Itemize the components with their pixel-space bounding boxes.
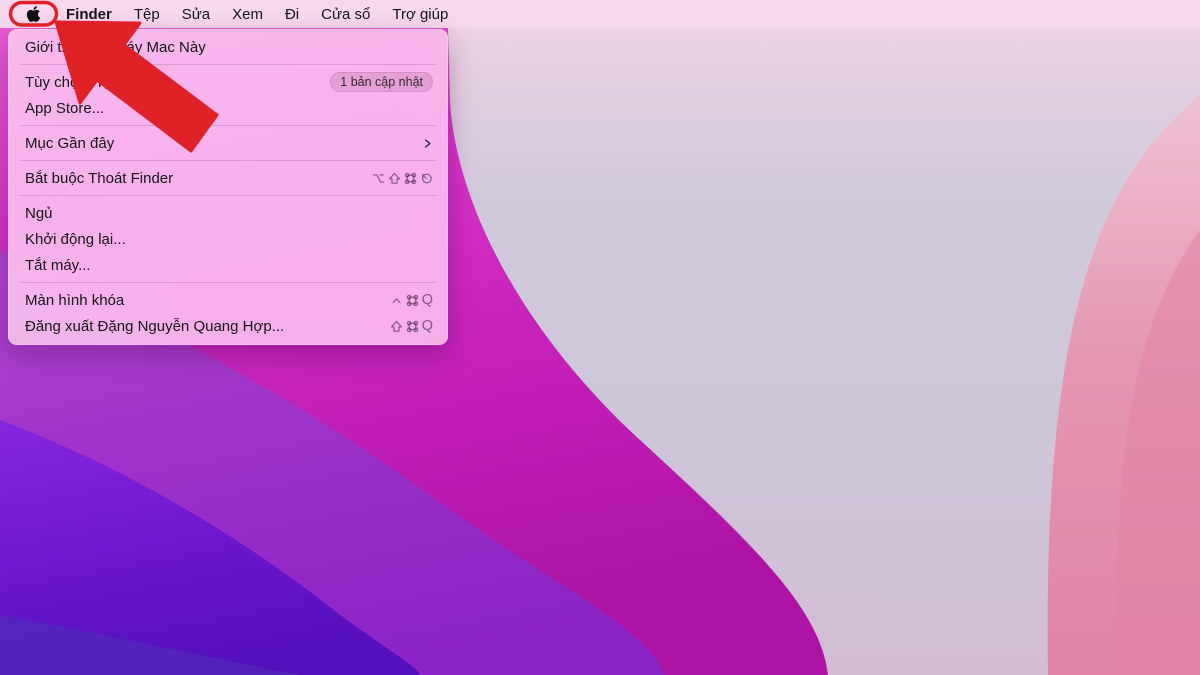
command-icon: [406, 320, 419, 333]
shift-icon: [390, 320, 403, 333]
menu-item[interactable]: Màn hình khóa Q: [8, 287, 448, 313]
menu-item-shortcut: [372, 172, 433, 185]
menu-item-label: Đăng xuất Đặng Nguyễn Quang Hợp...: [25, 318, 284, 335]
menu-item[interactable]: App Store...: [8, 95, 448, 121]
menubar-item-active-app[interactable]: Finder: [55, 6, 123, 23]
desktop: { "menu_bar": { "apple_menu_button": { "…: [0, 0, 1200, 675]
menu-item[interactable]: Tùy chọn Hệ thống... 1 bản cập nhật: [8, 69, 448, 95]
menubar: Finder TệpSửaXemĐiCửa sổTrợ giúp: [0, 0, 1200, 28]
menu-item[interactable]: Đăng xuất Đặng Nguyễn Quang Hợp... Q: [8, 313, 448, 339]
menu-item-label: Tắt máy...: [25, 257, 91, 274]
command-icon: [404, 172, 417, 185]
menu-item[interactable]: Bắt buộc Thoát Finder: [8, 165, 448, 191]
menu-separator: [20, 64, 436, 65]
menu-separator: [20, 282, 436, 283]
apple-menu-list: Giới thiệu về máy Mac Này Tùy chọn Hệ thố…: [8, 34, 448, 339]
menu-item-label: Tùy chọn Hệ thống...: [25, 74, 164, 91]
menu-item-label: App Store...: [25, 100, 104, 117]
menubar-item[interactable]: Cửa sổ: [310, 6, 381, 23]
menu-item-shortcut: Q: [390, 319, 433, 334]
chevron-right-icon: [422, 137, 433, 150]
apple-menu-button[interactable]: [12, 0, 55, 28]
apple-menu: Giới thiệu về máy Mac Này Tùy chọn Hệ thố…: [8, 29, 448, 345]
update-count-badge: 1 bản cập nhật: [330, 72, 433, 92]
menu-separator: [20, 125, 436, 126]
menu-separator: [20, 160, 436, 161]
menubar-items: TệpSửaXemĐiCửa sổTrợ giúp: [123, 6, 459, 23]
shortcut-key-letter: Q: [422, 293, 433, 308]
menu-item-label: Màn hình khóa: [25, 292, 124, 309]
menu-item-label: Ngủ: [25, 205, 53, 222]
menu-separator: [20, 195, 436, 196]
escape-icon: [420, 172, 433, 185]
menu-item-label: Bắt buộc Thoát Finder: [25, 170, 173, 187]
menu-item-label: Giới thiệu về máy Mac Này: [25, 39, 206, 56]
menubar-item[interactable]: Tệp: [123, 6, 171, 23]
apple-icon: [26, 5, 41, 23]
menu-item-label: Mục Gần đây: [25, 135, 114, 152]
menu-item[interactable]: Ngủ: [8, 200, 448, 226]
menubar-item[interactable]: Xem: [221, 6, 274, 23]
menu-item-shortcut: Q: [390, 293, 433, 308]
menu-item[interactable]: Khởi động lại...: [8, 226, 448, 252]
control-icon: [390, 294, 403, 307]
shift-icon: [388, 172, 401, 185]
menu-item[interactable]: Giới thiệu về máy Mac Này: [8, 34, 448, 60]
command-icon: [406, 294, 419, 307]
option-icon: [372, 172, 385, 185]
shortcut-key-letter: Q: [422, 319, 433, 334]
menubar-item[interactable]: Trợ giúp: [381, 6, 459, 23]
menu-item-label: Khởi động lại...: [25, 231, 126, 248]
menu-item[interactable]: Tắt máy...: [8, 252, 448, 278]
menubar-item[interactable]: Đi: [274, 6, 310, 23]
menubar-item[interactable]: Sửa: [171, 6, 221, 23]
menu-item[interactable]: Mục Gần đây: [8, 130, 448, 156]
